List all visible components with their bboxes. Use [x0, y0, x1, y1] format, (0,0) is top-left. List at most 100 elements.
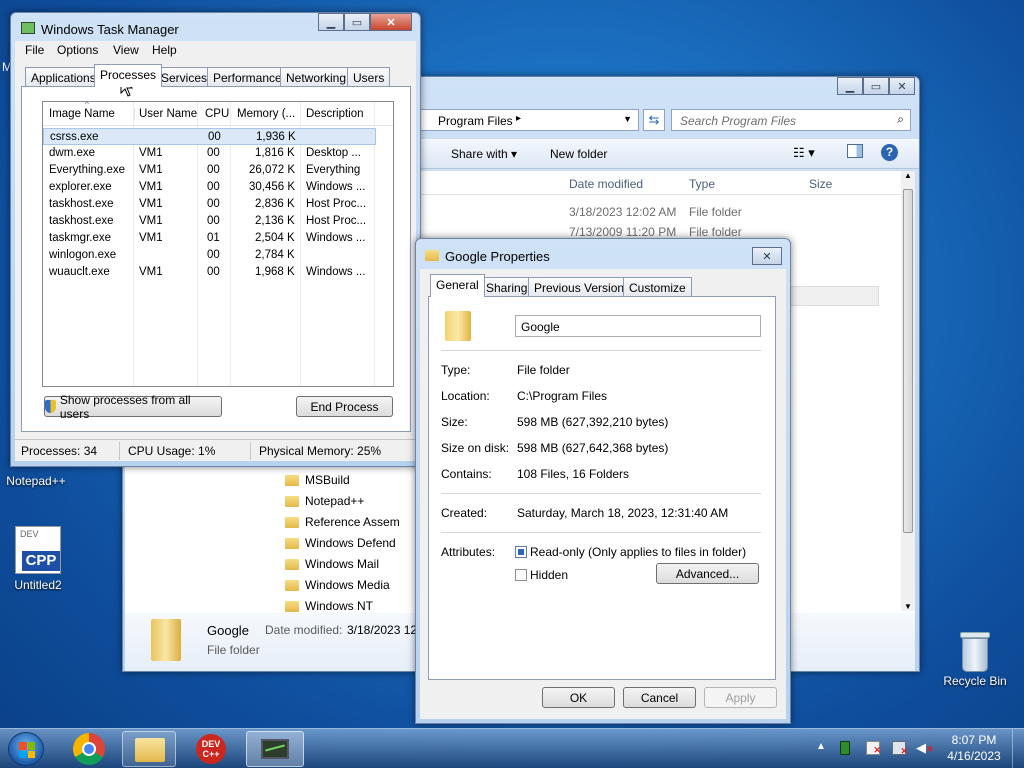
contains-label: Contains: [441, 467, 492, 481]
table-row[interactable]: dwm.exe VM1 00 1,816 K Desktop ... [43, 145, 376, 162]
dialog-title: Google Properties [445, 249, 550, 264]
tree-item[interactable]: Notepad++ [285, 494, 415, 515]
taskbar-chrome[interactable] [68, 731, 110, 767]
recycle-bin-icon [958, 630, 992, 674]
menu-file[interactable]: File [25, 43, 44, 57]
share-with-button[interactable]: Share with ▾ [451, 147, 517, 161]
help-icon[interactable]: ? [881, 144, 898, 161]
status-cpu: CPU Usage: 1% [128, 444, 216, 458]
readonly-checkbox[interactable] [515, 546, 527, 558]
table-row[interactable]: csrss.exe 00 1,936 K [43, 128, 376, 145]
desktop-icon-recycle-bin[interactable]: Recycle Bin [940, 630, 1010, 688]
type-label: Type: [441, 363, 471, 377]
table-row[interactable]: wuauclt.exe VM1 00 1,968 K Windows ... [43, 264, 376, 281]
start-button[interactable] [8, 732, 44, 766]
table-row[interactable]: taskhost.exe VM1 00 2,136 K Host Proc... [43, 213, 376, 230]
tab-users[interactable]: Users [347, 67, 391, 87]
tree-item[interactable]: Windows NT [285, 599, 415, 613]
maximize-button[interactable]: ▭ [344, 13, 370, 31]
show-hidden-icons-icon[interactable]: ▲ [816, 741, 826, 752]
hidden-label[interactable]: Hidden [530, 568, 568, 582]
divider [441, 493, 761, 494]
breadcrumb-program-files[interactable]: Program Files [438, 114, 513, 128]
column-size[interactable]: Size [809, 177, 832, 191]
column-description[interactable]: Description [306, 108, 364, 120]
ok-button[interactable]: OK [542, 687, 615, 708]
column-date-modified[interactable]: Date modified [569, 177, 643, 191]
preview-pane-icon[interactable] [847, 144, 863, 158]
taskbar-task-manager[interactable] [246, 731, 304, 767]
show-desktop-button[interactable] [1012, 729, 1024, 768]
advanced-button[interactable]: Advanced... [656, 563, 759, 584]
tab-previous-versions[interactable]: Previous Versions [528, 277, 637, 297]
desktop-icon-untitled2[interactable]: DEV CPP Untitled2 [6, 526, 70, 592]
minimize-button[interactable]: ▁ [318, 13, 344, 31]
tab-services[interactable]: Services [155, 67, 214, 87]
tray-green-icon[interactable] [840, 741, 850, 755]
taskbar-explorer[interactable] [122, 731, 176, 767]
table-row[interactable]: explorer.exe VM1 00 30,456 K Windows ... [43, 179, 376, 196]
vertical-scrollbar[interactable]: ▲ ▼ [901, 171, 915, 611]
taskbar-devcpp[interactable]: DEV C++ [186, 731, 238, 767]
tree-item[interactable]: Windows Defend [285, 536, 415, 557]
tab-performance[interactable]: Performance [207, 67, 288, 87]
close-button[interactable]: ✕ [752, 247, 782, 265]
menu-help[interactable]: Help [152, 43, 177, 57]
tab-customize[interactable]: Customize [623, 277, 692, 297]
tab-sharing[interactable]: Sharing [480, 277, 534, 297]
task-manager-app-icon [21, 22, 35, 34]
folder-icon [285, 475, 299, 487]
view-options-icon[interactable]: ☷ ▾ [793, 145, 815, 161]
close-button[interactable]: ✕ [889, 77, 915, 95]
details-name: Google [207, 623, 249, 638]
tab-processes[interactable]: Processes [94, 64, 163, 87]
new-folder-button[interactable]: New folder [550, 147, 607, 161]
end-process-button[interactable]: End Process [296, 396, 393, 417]
tree-item[interactable]: Windows Mail [285, 557, 415, 578]
process-table-header: ^ Image Name User Name CPU Memory (... D… [43, 102, 393, 126]
refresh-button[interactable]: ⇆ [643, 109, 665, 131]
column-image-name[interactable]: Image Name [49, 108, 115, 120]
desktop-icon-notepadpp[interactable]: Notepad++ [4, 474, 68, 488]
maximize-button[interactable]: ▭ [863, 77, 889, 95]
tab-general[interactable]: General [430, 274, 485, 297]
search-placeholder: Search Program Files [680, 114, 797, 128]
readonly-label[interactable]: Read-only (Only applies to files in fold… [530, 545, 746, 559]
tree-item[interactable]: Windows Media [285, 578, 415, 599]
close-button[interactable]: ✕ [370, 13, 412, 31]
apply-button[interactable]: Apply [704, 687, 777, 708]
created-value: Saturday, March 18, 2023, 12:31:40 AM [517, 506, 729, 520]
hidden-checkbox[interactable] [515, 569, 527, 581]
search-input[interactable]: Search Program Files ⌕ [671, 109, 911, 131]
size-on-disk-value: 598 MB (627,642,368 bytes) [517, 441, 669, 455]
column-cpu[interactable]: CPU [205, 108, 229, 120]
table-row[interactable]: taskmgr.exe VM1 01 2,504 K Windows ... [43, 230, 376, 247]
menu-options[interactable]: Options [57, 43, 98, 57]
volume-muted-icon[interactable]: ◀✕ [916, 740, 934, 756]
action-center-flag-icon[interactable]: ✕ [866, 741, 881, 755]
scroll-down-icon[interactable]: ▼ [901, 602, 915, 611]
tab-applications[interactable]: Applications [25, 67, 102, 87]
table-row[interactable]: winlogon.exe 00 2,784 K [43, 247, 376, 264]
address-bar[interactable]: Program Files ▸ ▼ [419, 109, 639, 131]
table-row[interactable]: Everything.exe VM1 00 26,072 K Everything [43, 162, 376, 179]
clock[interactable]: 8:07 PM 4/16/2023 [940, 733, 1008, 763]
cancel-button[interactable]: Cancel [623, 687, 696, 708]
menu-view[interactable]: View [113, 43, 139, 57]
type-value: File folder [517, 363, 570, 377]
table-row[interactable]: taskhost.exe VM1 00 2,836 K Host Proc... [43, 196, 376, 213]
column-type[interactable]: Type [689, 177, 715, 191]
minimize-button[interactable]: ▁ [837, 77, 863, 95]
show-all-processes-button[interactable]: Show processes from all users [44, 393, 222, 421]
network-icon[interactable]: ✕ [892, 741, 908, 756]
folder-name-input[interactable]: Google [515, 315, 761, 337]
address-dropdown-icon[interactable]: ▼ [623, 114, 632, 124]
column-memory[interactable]: Memory (... [237, 108, 295, 120]
tree-item[interactable]: MSBuild [285, 473, 415, 494]
size-label: Size: [441, 415, 468, 429]
scroll-up-icon[interactable]: ▲ [901, 171, 915, 180]
tree-item[interactable]: Reference Assem [285, 515, 415, 536]
column-user-name[interactable]: User Name [134, 108, 197, 120]
scroll-thumb[interactable] [903, 189, 913, 533]
tab-networking[interactable]: Networking [280, 67, 353, 87]
